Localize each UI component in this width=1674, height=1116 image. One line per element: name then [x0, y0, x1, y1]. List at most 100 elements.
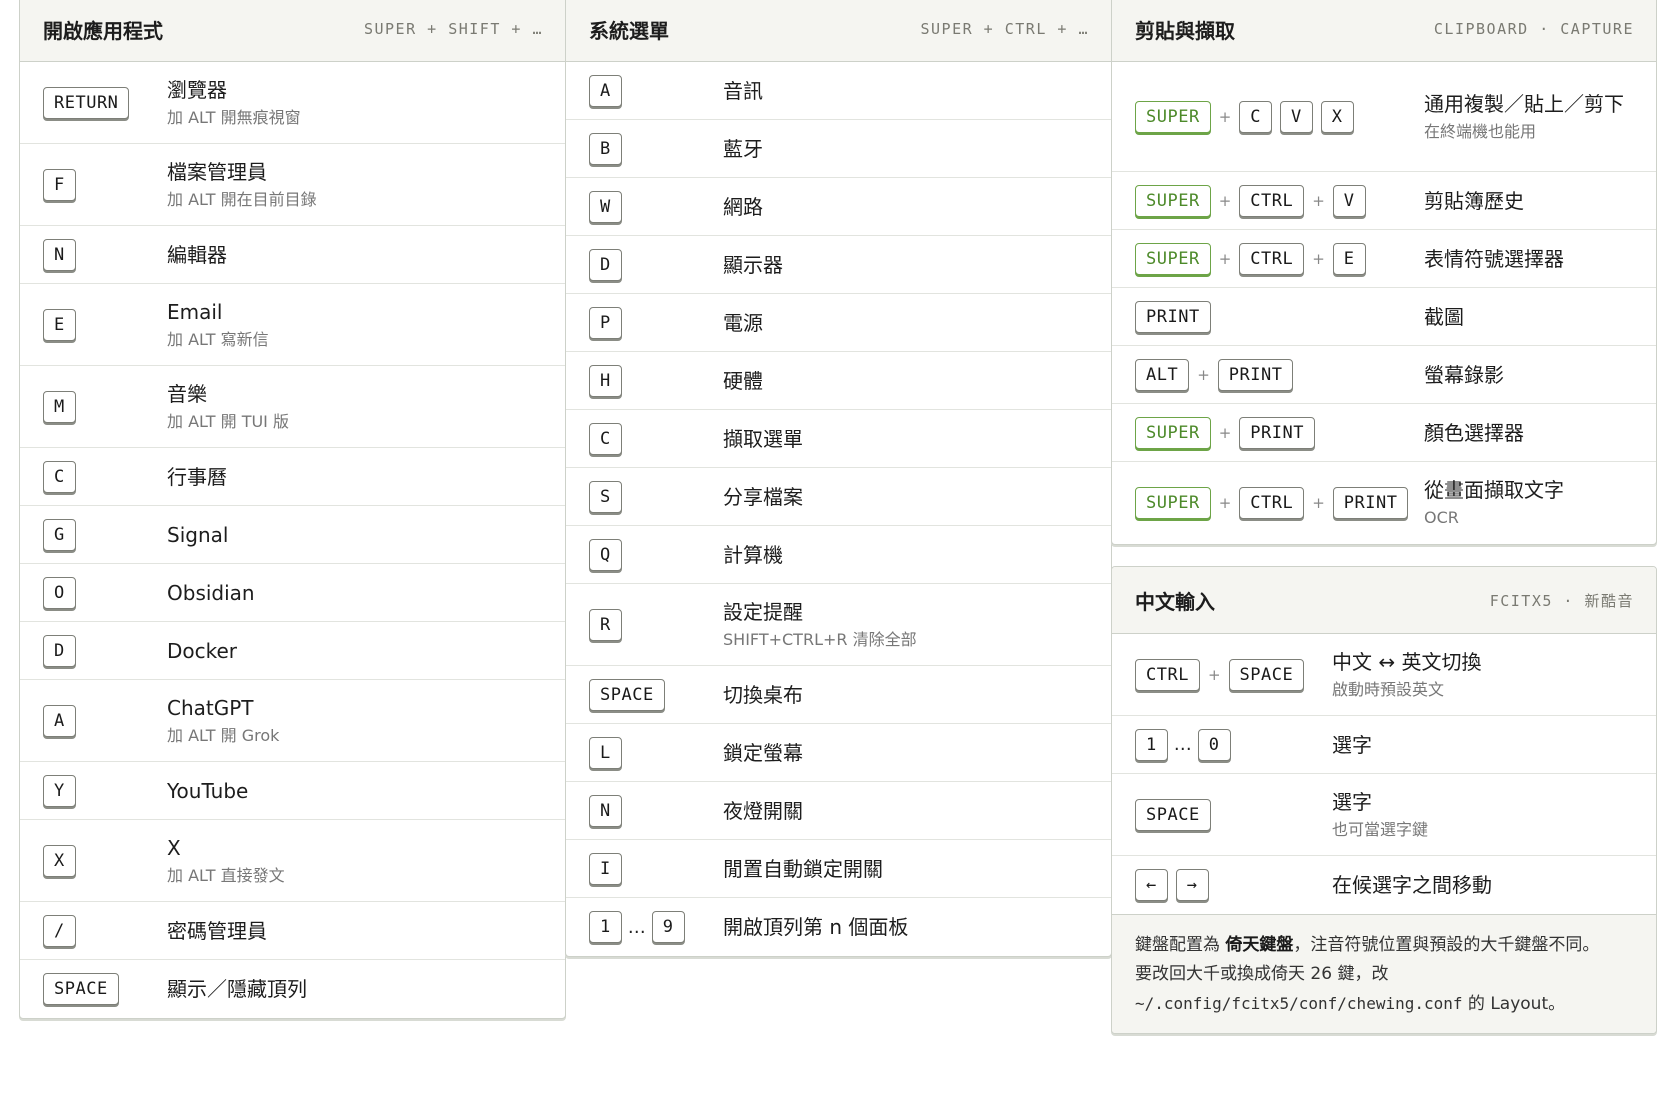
key-combo: SPACE [1112, 798, 1211, 831]
shortcut-label: 選字 [1332, 732, 1372, 757]
shortcut-description: 顯示器 [723, 251, 1099, 279]
plus-separator: + [1312, 191, 1325, 210]
key-n: N [43, 238, 76, 271]
shortcut-hint: 加 ALT 開 Grok [167, 725, 280, 745]
shortcut-description: 鎖定螢幕 [723, 739, 1099, 767]
key-combo: X [20, 844, 76, 877]
shortcut-row: SUPER + CTRL + E 表情符號選擇器 [1112, 230, 1656, 288]
plus-separator: + [1218, 249, 1232, 268]
shortcut-row: A ChatGPT 加 ALT 開 Grok [20, 680, 565, 762]
shortcut-description: 切換桌布 [723, 681, 1099, 709]
shortcut-description: Obsidian [167, 579, 553, 607]
shortcut-label: 在候選字之間移動 [1332, 873, 1492, 897]
shortcut-description: 表情符號選擇器 [1424, 245, 1644, 273]
shortcut-row: D 顯示器 [566, 236, 1111, 294]
shortcut-label: 從畫面擷取文字 [1424, 478, 1564, 502]
shortcut-description: 設定提醒 SHIFT+CTRL+R 清除全部 [723, 598, 1099, 652]
shortcut-label: ChatGPT [167, 695, 254, 720]
shortcut-description: 編輯器 [167, 241, 553, 269]
note-layout-key: Layout [1490, 994, 1549, 1014]
key-a: A [43, 704, 76, 737]
system-panel-hint: SUPER + CTRL + … [920, 20, 1089, 38]
key-a: A [589, 74, 622, 107]
clipboard-panel-hint: CLIPBOARD · CAPTURE [1433, 20, 1634, 38]
shortcut-label: YouTube [167, 778, 249, 803]
shortcut-label: 藍牙 [723, 136, 763, 161]
key-super: SUPER [1135, 242, 1211, 275]
key-s: S [589, 480, 622, 513]
system-panel: 系統選單 SUPER + CTRL + … A 音訊 B 藍牙 W 網路 D 顯示器 P 電源 H 硬… [565, 0, 1112, 957]
key-ctrl: CTRL [1135, 658, 1200, 691]
key-combo: SUPER + CTRL + V [1112, 184, 1366, 217]
key-space: SPACE [1228, 658, 1305, 691]
shortcut-description: 中文 ↔ 英文切換 啟動時預設英文 [1332, 648, 1644, 702]
key-l: L [589, 736, 622, 769]
apps-panel: 開啟應用程式 SUPER + SHIFT + … RETURN 瀏覽器加 ALT … [19, 0, 566, 1019]
key-combo: SUPER + PRINT [1112, 416, 1315, 449]
system-shortcut-list: A 音訊 B 藍牙 W 網路 D 顯示器 P 電源 H 硬體 C 擷取選單 S 分享檔案 Q 計算機 R 設定提醒 SH… [566, 62, 1111, 956]
shortcut-description: 音訊 [723, 77, 1099, 105]
clipboard-panel: 剪貼與擷取 CLIPBOARD · CAPTURE SUPER + C V X 通用複製／… [1111, 0, 1657, 545]
shortcut-description: 通用複製／貼上／剪下 在終端機也能用 [1424, 90, 1626, 144]
range-ellipsis: … [627, 916, 646, 938]
shortcut-description: Docker [167, 637, 553, 665]
key-combo: Y [20, 774, 76, 807]
clipboard-panel-header: 剪貼與擷取 CLIPBOARD · CAPTURE [1112, 0, 1656, 62]
shortcut-description: 截圖 [1424, 303, 1644, 331]
key-combo: F [20, 168, 76, 201]
shortcut-row: PRINT 截圖 [1112, 288, 1656, 346]
key-ctrl: CTRL [1239, 184, 1305, 217]
key-w: W [589, 190, 622, 223]
key-p: P [589, 306, 622, 339]
key-combo: S [566, 480, 622, 513]
shortcut-row: D Docker [20, 622, 565, 680]
shortcut-description: 網路 [723, 193, 1099, 221]
shortcut-hint: 加 ALT 開在目前目錄 [167, 189, 317, 209]
shortcut-label: Obsidian [167, 580, 255, 605]
key-combo: N [566, 794, 622, 827]
shortcut-description: 硬體 [723, 367, 1099, 395]
shortcut-label: 檔案管理員 [167, 159, 267, 184]
shortcut-label: 夜燈開關 [723, 798, 803, 823]
shortcut-label: 剪貼簿歷史 [1424, 188, 1524, 213]
shortcut-row: ALT + PRINT 螢幕錄影 [1112, 346, 1656, 404]
shortcut-row: O Obsidian [20, 564, 565, 622]
key-combo: O [20, 576, 76, 609]
shortcut-row: 1… 9 開啟頂列第 n 個面板 [566, 898, 1111, 956]
shortcut-description: 夜燈開關 [723, 797, 1099, 825]
shortcut-row: C 行事曆 [20, 448, 565, 506]
shortcut-row: P 電源 [566, 294, 1111, 352]
plus-separator: + [1218, 107, 1232, 126]
key-super: SUPER [1135, 416, 1211, 449]
note-layout-name: 倚天鍵盤 [1225, 935, 1294, 955]
key-return: RETURN [43, 86, 130, 119]
key-1: 1 [589, 911, 622, 943]
shortcut-description: X 加 ALT 直接發文 [167, 834, 553, 888]
key-ctrl: CTRL [1239, 487, 1305, 519]
key-i: I [589, 852, 622, 885]
key-r: R [589, 608, 622, 641]
key-c: C [43, 460, 76, 493]
key-combo: SUPER + CTRL + PRINT [1112, 487, 1409, 519]
shortcut-label: Email [167, 299, 223, 324]
shortcut-description: 顯示／隱藏頂列 [167, 975, 553, 1003]
apps-panel-hint: SUPER + SHIFT + … [363, 20, 543, 38]
key-space: SPACE [1135, 798, 1211, 831]
key-sym: → [1175, 869, 1209, 901]
key-combo: E [20, 308, 76, 341]
key-print: PRINT [1217, 358, 1294, 391]
key-h: H [589, 364, 622, 397]
shortcut-label: 設定提醒 [723, 599, 803, 624]
key-sym: / [43, 914, 76, 947]
key-sym: ← [1135, 869, 1168, 901]
shortcut-row: A 音訊 [566, 62, 1111, 120]
shortcut-description: 行事曆 [167, 463, 553, 491]
shortcut-description: 擷取選單 [723, 425, 1099, 453]
shortcut-row: E Email 加 ALT 寫新信 [20, 284, 565, 366]
shortcut-description: 開啟頂列第 n 個面板 [723, 913, 1099, 941]
shortcut-description: 從畫面擷取文字 OCR [1424, 476, 1644, 530]
shortcut-description: 顏色選擇器 [1424, 419, 1644, 447]
key-combo: Q [566, 538, 622, 571]
shortcut-description: 剪貼簿歷史 [1424, 187, 1644, 215]
key-super: SUPER [1135, 100, 1211, 133]
